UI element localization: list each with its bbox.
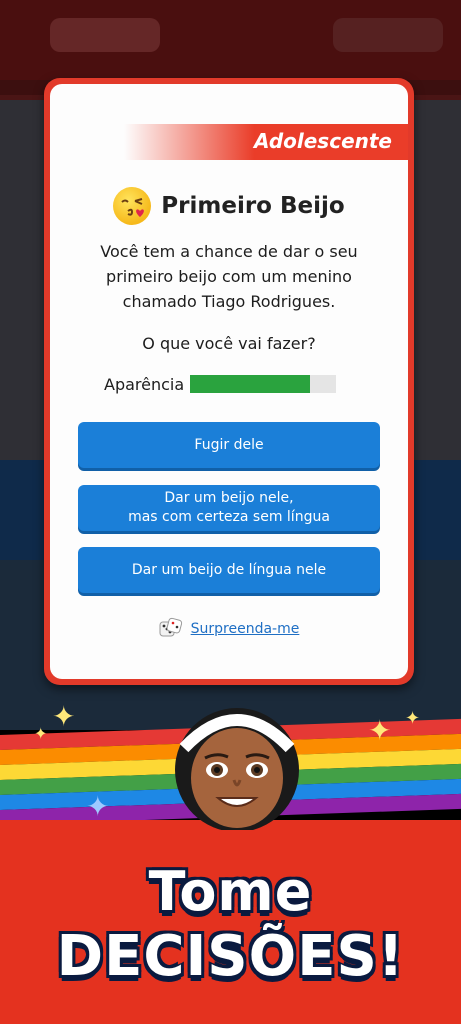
description-line: primeiro beijo com um menino [106,267,352,286]
choice-label: Dar um beijo de língua nele [131,561,327,578]
promo-headline-line1: Tome [148,860,313,923]
background-logo [50,18,160,52]
avatar [172,700,302,832]
choice-button-french-kiss[interactable]: Dar um beijo de língua nele [78,547,380,593]
attribute-label: Aparência [104,374,185,394]
choice-label-line2: mas com certeza sem língua [128,509,330,525]
event-modal: Adolescente Primeiro Beijo Você tem a ch… [44,78,414,685]
choice-button-kiss-no-tongue[interactable]: Dar um beijo nele, mas com certeza sem l… [78,485,380,531]
life-stage-label: Adolescente [253,129,392,153]
description-line: chamado Tiago Rodrigues. [122,292,336,311]
choice-label-line1: Dar um beijo nele, [164,490,294,506]
attribute-bar [190,375,337,393]
choice-label: Fugir dele [194,436,264,453]
attribute-row: Aparência [104,369,337,399]
kiss-emoji-icon [113,187,152,225]
surprise-me-link[interactable]: Surpreenda-me [191,621,300,637]
sparkle-icon: ✦ [86,790,110,823]
attribute-bar-fill [190,375,310,393]
event-title: Primeiro Beijo [161,193,345,219]
sparkle-icon: ✦ [34,724,48,743]
background-header-controls [333,18,443,52]
event-description: Você tem a chance de dar o seu primeiro … [70,239,388,314]
event-title-row: Primeiro Beijo [50,184,408,228]
choice-button-run-away[interactable]: Fugir dele [78,422,380,468]
sparkle-icon: ✦ [52,700,76,733]
dice-icon [159,617,183,641]
surprise-me-row[interactable]: Surpreenda-me [50,614,408,644]
app-screen: ✦ ✦ ✦ ✦ ✦ Tome DECISÕES! Adolescente Pri… [0,0,461,1024]
promo-headline-line2: DECISÕES! [56,924,405,989]
event-question: O que você vai fazer? [142,334,316,353]
sparkle-icon: ✦ [405,708,421,729]
sparkle-icon: ✦ [368,714,392,747]
description-line: Você tem a chance de dar o seu [100,242,358,261]
event-modal-body: Adolescente Primeiro Beijo Você tem a ch… [50,84,408,679]
